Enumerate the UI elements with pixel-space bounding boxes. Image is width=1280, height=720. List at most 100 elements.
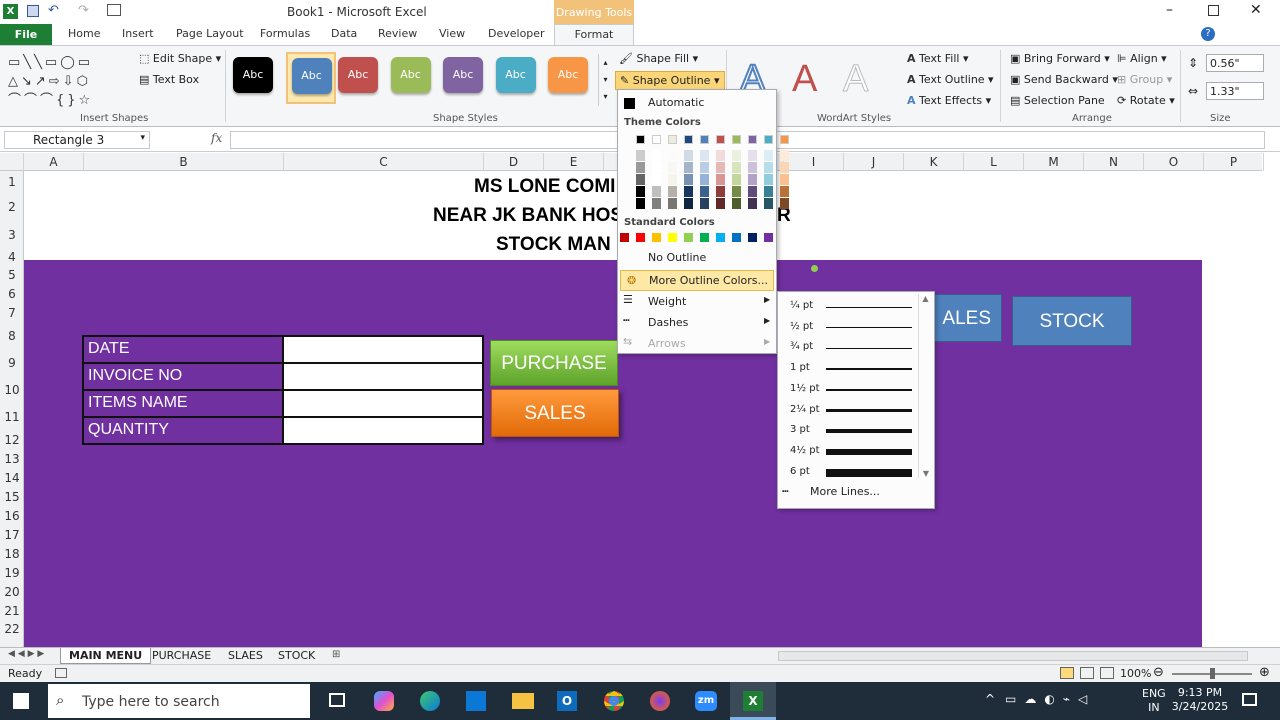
theme-color-swatch[interactable] (732, 135, 741, 144)
tab-view[interactable]: View (439, 27, 465, 40)
taskbar-search[interactable]: ⌕ Type here to search (48, 684, 310, 718)
column-header-a[interactable]: A (24, 153, 84, 171)
tab-format[interactable]: Format (554, 24, 634, 46)
shapes-gallery[interactable]: ▭╲╲▭◯▭ △↘↗⇨⇩⬡ ⌒⌒⌒{}☆ (8, 53, 128, 108)
row-header-3[interactable]: 3 (0, 221, 24, 249)
clock[interactable]: 9:13 PM 3/24/2025 (1168, 686, 1232, 714)
zoom-in-icon[interactable]: ⊕ (1259, 665, 1270, 680)
shape-style-7[interactable]: Abc (548, 57, 590, 99)
scroll-down-icon[interactable]: ▼ (919, 469, 933, 478)
tab-home[interactable]: Home (68, 27, 100, 40)
theme-color-shade[interactable] (748, 162, 757, 173)
menu-no-outline[interactable]: No Outline (648, 251, 706, 264)
text-fill-button[interactable]: A Text Fill ▾ (907, 52, 969, 65)
row-header-12[interactable]: 12 (0, 431, 24, 450)
theme-color-shade[interactable] (636, 174, 645, 185)
new-sheet-icon[interactable]: ⊞ (332, 649, 340, 660)
theme-color-shade[interactable] (636, 198, 645, 209)
column-header-d[interactable]: D (484, 153, 544, 171)
theme-color-shade[interactable] (652, 150, 661, 161)
width-input[interactable]: 1.33" (1206, 82, 1264, 100)
close-button[interactable]: ✕ (1250, 2, 1262, 18)
theme-color-shade[interactable] (700, 162, 709, 173)
chrome-icon[interactable] (604, 691, 624, 711)
zoom-thumb[interactable] (1210, 668, 1215, 679)
theme-color-shade[interactable] (684, 150, 693, 161)
theme-color-shade[interactable] (636, 150, 645, 161)
rotate-button[interactable]: ⟳ Rotate ▾ (1117, 94, 1175, 107)
tab-developer[interactable]: Developer (488, 27, 545, 40)
theme-color-shade[interactable] (764, 186, 773, 197)
theme-color-swatch[interactable] (780, 135, 789, 144)
weight-option[interactable]: 4½ pt (780, 442, 916, 462)
theme-color-shade[interactable] (700, 198, 709, 209)
tray-chevron-icon[interactable]: ^ (985, 692, 995, 706)
stock-button[interactable]: STOCK (1012, 296, 1132, 346)
row-header-9[interactable]: 9 (0, 350, 24, 377)
windows-start-icon[interactable] (13, 693, 29, 709)
send-backward-button[interactable]: ▣ Send Backward ▾ (1010, 73, 1118, 86)
horizontal-scrollbar[interactable] (778, 651, 1248, 661)
standard-color-swatch[interactable] (636, 233, 645, 242)
theme-color-shade[interactable] (636, 162, 645, 173)
theme-color-shade[interactable] (700, 174, 709, 185)
theme-color-shade[interactable] (652, 162, 661, 173)
theme-color-shade[interactable] (684, 198, 693, 209)
column-header-p[interactable]: P (1204, 153, 1264, 171)
menu-automatic[interactable]: Automatic (648, 96, 704, 109)
row-header-22[interactable]: 22 (0, 621, 24, 638)
theme-color-shade[interactable] (700, 186, 709, 197)
shape-style-2[interactable]: Abc (285, 52, 336, 104)
edge-icon[interactable] (420, 691, 440, 711)
weight-option[interactable]: ½ pt (780, 318, 916, 338)
sales-button[interactable]: SALES (491, 389, 619, 437)
shape-style-4[interactable]: Abc (390, 57, 433, 99)
zoom-app-icon[interactable]: zm (695, 691, 717, 711)
select-all[interactable] (0, 153, 24, 171)
column-header-j[interactable]: J (844, 153, 904, 171)
quick-access-icon[interactable] (107, 4, 121, 16)
standard-color-swatch[interactable] (652, 233, 661, 242)
theme-color-shade[interactable] (668, 174, 677, 185)
theme-color-shade[interactable] (748, 186, 757, 197)
theme-color-swatch[interactable] (684, 135, 693, 144)
tab-formulas[interactable]: Formulas (260, 27, 310, 40)
normal-view-icon[interactable] (1060, 667, 1074, 679)
sheet-tab-slaes[interactable]: SLAES (228, 649, 263, 662)
column-header-m[interactable]: M (1024, 153, 1084, 171)
theme-color-shade[interactable] (652, 186, 661, 197)
column-header-k[interactable]: K (904, 153, 964, 171)
theme-color-shade[interactable] (716, 198, 725, 209)
theme-color-swatch[interactable] (652, 135, 661, 144)
theme-color-swatch[interactable] (716, 135, 725, 144)
page-layout-icon[interactable] (1080, 667, 1094, 679)
text-outline-button[interactable]: A Text Outline ▾ (907, 73, 994, 86)
column-header-e[interactable]: E (544, 153, 604, 171)
shape-fill-button[interactable]: 🖌 Shape Fill ▾ (619, 52, 698, 65)
align-button[interactable]: ⊫ Align ▾ (1117, 52, 1167, 65)
menu-dashes[interactable]: Dashes (648, 316, 688, 329)
tab-review[interactable]: Review (378, 27, 417, 40)
row-header-7[interactable]: 7 (0, 304, 24, 323)
weight-option[interactable]: 6 pt (780, 463, 916, 483)
rotation-handle[interactable] (811, 265, 818, 272)
theme-color-shade[interactable] (716, 150, 725, 161)
theme-color-shade[interactable] (780, 174, 789, 185)
group-button[interactable]: ⊞ Group ▾ (1117, 73, 1172, 86)
tab-page-layout[interactable]: Page Layout (176, 27, 244, 40)
selection-pane-button[interactable]: ▤ Selection Pane (1010, 94, 1105, 107)
sheet-tab-stock[interactable]: STOCK (278, 649, 315, 662)
theme-color-shade[interactable] (684, 186, 693, 197)
page-break-icon[interactable] (1100, 667, 1114, 679)
tab-file[interactable]: File (0, 24, 52, 45)
store-icon[interactable] (466, 691, 486, 711)
column-header-o[interactable]: O (1144, 153, 1204, 171)
gallery-scroll[interactable]: ▴ ▾ ▾ (598, 54, 612, 106)
theme-color-shade[interactable] (764, 150, 773, 161)
sheet-tab-purchase[interactable]: PURCHASE (152, 649, 211, 662)
task-view-icon[interactable] (329, 693, 345, 707)
row-header-2[interactable]: 2 (0, 193, 24, 221)
theme-color-shade[interactable] (716, 186, 725, 197)
theme-color-shade[interactable] (780, 162, 789, 173)
help-icon[interactable]: ? (1201, 27, 1215, 41)
